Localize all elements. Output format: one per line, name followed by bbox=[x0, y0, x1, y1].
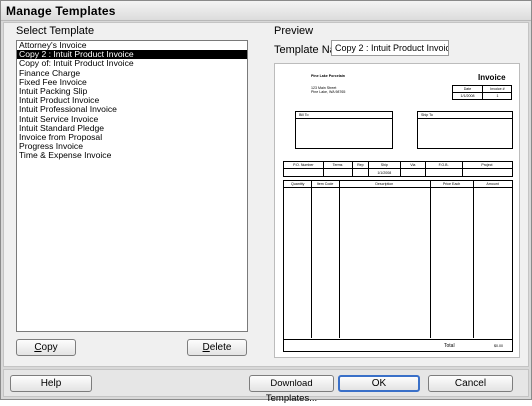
order-header: Via bbox=[410, 163, 416, 167]
select-template-label: Select Template bbox=[16, 25, 95, 37]
download-templates-button[interactable]: Download Templates... bbox=[249, 375, 334, 404]
bill-to-label: Bill To bbox=[299, 113, 309, 117]
order-header: Ship bbox=[380, 163, 388, 167]
meta-header-invoice-number: Invoice # bbox=[490, 87, 505, 91]
invoice-preview: Pine Lake Porcelain 123 Main Street Pine… bbox=[274, 63, 520, 358]
order-value: 1/1/2008 bbox=[377, 171, 392, 175]
order-details-table: P.O. Number Terms Rep Ship 1/1/2008 Via F.O.B.… bbox=[283, 161, 513, 177]
order-header: P.O. Number bbox=[293, 163, 314, 167]
ship-to-label: Ship To bbox=[421, 113, 433, 117]
invoice-heading: Invoice bbox=[478, 73, 506, 82]
meta-value-date: 1/1/2008 bbox=[460, 94, 475, 98]
copy-label-rest: opy bbox=[41, 342, 58, 353]
delete-button[interactable]: Delete bbox=[187, 339, 247, 356]
order-header: Terms bbox=[332, 163, 343, 167]
main-panel: Select Template Attorney's Invoice Copy 2… bbox=[3, 22, 529, 367]
order-header: Rep bbox=[357, 163, 364, 167]
bill-to-box: Bill To bbox=[295, 111, 393, 149]
template-list-item[interactable]: Time & Expense Invoice bbox=[17, 151, 247, 160]
company-name: Pine Lake Porcelain bbox=[311, 74, 345, 78]
item-header: Quantity bbox=[290, 182, 305, 186]
manage-templates-dialog: Manage Templates Select Template Attorne… bbox=[0, 0, 532, 404]
copy-button[interactable]: Copy bbox=[16, 339, 76, 356]
template-listbox[interactable]: Attorney's Invoice Copy 2 : Intuit Produc… bbox=[16, 40, 248, 332]
template-name-field: Copy 2 : Intuit Product Invoice bbox=[331, 40, 449, 56]
delete-label-rest: elete bbox=[209, 342, 232, 353]
total-label: Total bbox=[444, 343, 455, 349]
delete-mnemonic: D bbox=[202, 342, 210, 353]
invoice-meta-box: Date Invoice # 1/1/2008 1 bbox=[452, 85, 512, 100]
footer-bar: Help Download Templates... OK Cancel bbox=[3, 369, 529, 404]
line-items-table: Total $0.00 Quantity Item Code Description… bbox=[283, 180, 513, 352]
copy-mnemonic: C bbox=[34, 342, 42, 353]
window-title: Manage Templates bbox=[6, 4, 116, 18]
order-header: Project bbox=[481, 163, 493, 167]
total-value: $0.00 bbox=[494, 344, 503, 348]
help-button[interactable]: Help bbox=[10, 375, 92, 392]
meta-header-date: Date bbox=[463, 87, 472, 91]
address-line-2: Pine Lake, WA 98765 bbox=[311, 90, 346, 94]
meta-value-invoice-number: 1 bbox=[496, 94, 499, 98]
preview-label: Preview bbox=[274, 25, 314, 37]
item-header: Item Code bbox=[316, 182, 334, 186]
item-header: Description bbox=[375, 182, 394, 186]
item-header: Amount bbox=[486, 182, 499, 186]
item-header: Price Each bbox=[442, 182, 461, 186]
ship-to-box: Ship To bbox=[417, 111, 513, 149]
ok-button[interactable]: OK bbox=[338, 375, 420, 392]
cancel-button[interactable]: Cancel bbox=[428, 375, 513, 392]
order-header: F.O.B. bbox=[438, 163, 449, 167]
title-bar[interactable]: Manage Templates bbox=[1, 1, 531, 21]
